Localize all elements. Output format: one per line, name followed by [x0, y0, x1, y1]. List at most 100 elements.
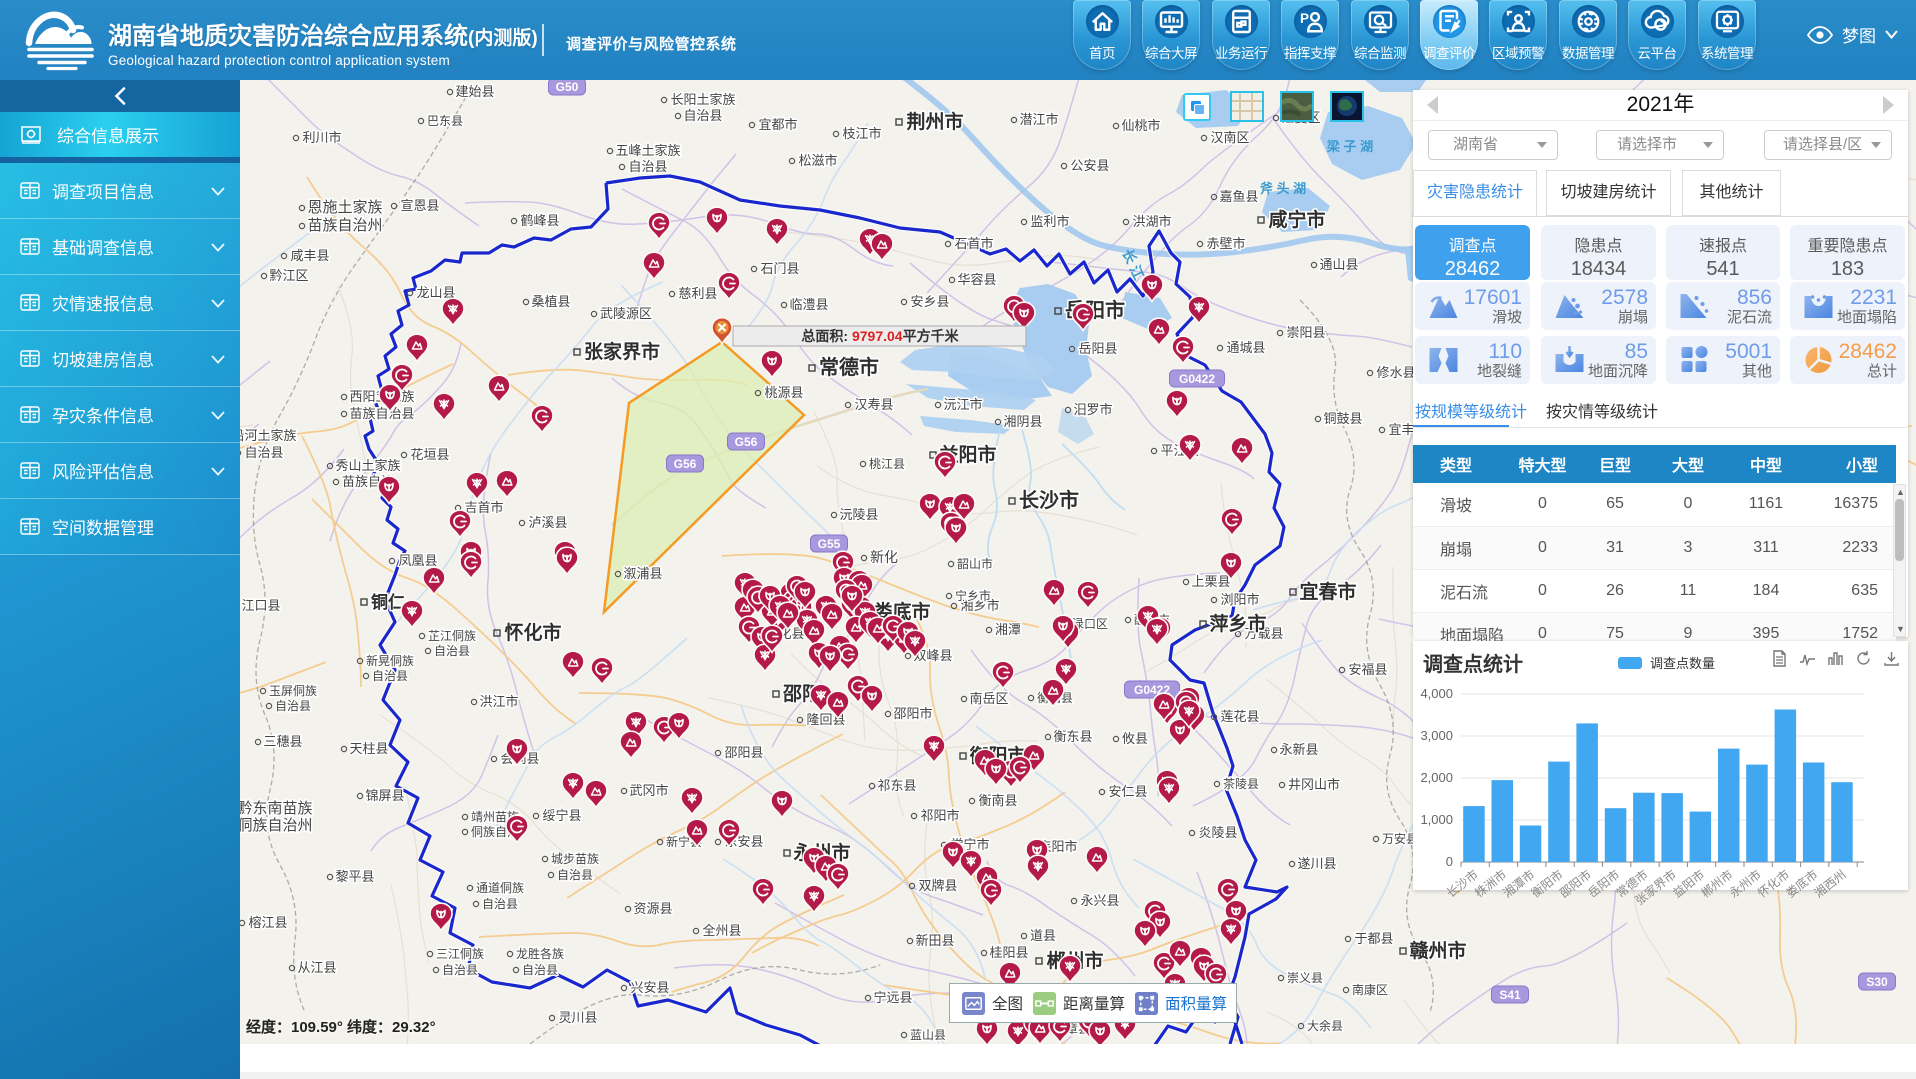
svg-text:建始县: 建始县 [455, 84, 494, 99]
svg-text:道县: 道县 [1030, 928, 1056, 943]
svg-text:S30: S30 [1866, 975, 1888, 989]
svg-text:安福县: 安福县 [1348, 662, 1387, 677]
svg-text:湘阴县: 湘阴县 [1003, 414, 1042, 429]
svg-text:黔江区: 黔江区 [269, 268, 308, 283]
svg-text:侗族自治州: 侗族自治州 [240, 817, 313, 834]
svg-text:G56: G56 [735, 435, 758, 449]
svg-text:绥宁县: 绥宁县 [542, 808, 581, 823]
svg-text:祁阳市: 祁阳市 [920, 808, 959, 823]
svg-text:天柱县: 天柱县 [349, 741, 388, 756]
svg-text:G50: G50 [556, 80, 579, 94]
svg-text:嘉鱼县: 嘉鱼县 [1219, 189, 1258, 204]
svg-text:黎平县: 黎平县 [335, 869, 374, 884]
svg-text:从江县: 从江县 [297, 960, 336, 975]
svg-text:龙山县: 龙山县 [416, 285, 455, 300]
svg-text:华容县: 华容县 [957, 272, 996, 287]
svg-text:经度：109.59° 纬度：29.32°: 经度：109.59° 纬度：29.32° [246, 1018, 436, 1036]
svg-text:全州县: 全州县 [702, 923, 741, 938]
svg-text:斧 头 湖: 斧 头 湖 [1260, 181, 1306, 196]
svg-text:资源县: 资源县 [633, 901, 672, 916]
svg-text:S41: S41 [1499, 988, 1521, 1002]
svg-text:安仁县: 安仁县 [1108, 784, 1147, 799]
svg-text:G55: G55 [818, 537, 841, 551]
svg-text:衡南县: 衡南县 [978, 793, 1017, 808]
svg-text:修水县: 修水县 [1376, 365, 1415, 380]
svg-text:自治县: 自治县 [434, 644, 470, 658]
svg-text:铜鼓县: 铜鼓县 [1323, 411, 1362, 426]
svg-text:洪湖市: 洪湖市 [1132, 214, 1171, 229]
svg-text:于都县: 于都县 [1354, 931, 1393, 946]
svg-text:安乡县: 安乡县 [910, 294, 949, 309]
svg-text:自治县: 自治县 [372, 669, 408, 683]
svg-text:P: P [1300, 11, 1309, 26]
svg-text:长沙市: 长沙市 [1443, 867, 1481, 901]
svg-text:岳阳市: 岳阳市 [1585, 867, 1623, 901]
svg-text:常德市: 常德市 [819, 355, 879, 379]
svg-text:城步苗族: 城步苗族 [551, 852, 599, 866]
svg-text:武冈市: 武冈市 [629, 783, 668, 798]
svg-text:2,000: 2,000 [1420, 770, 1453, 785]
svg-text:铜仁: 铜仁 [371, 592, 405, 612]
svg-text:新田县: 新田县 [915, 933, 954, 948]
svg-text:石门县: 石门县 [760, 261, 799, 276]
svg-text:炎陵县: 炎陵县 [1198, 825, 1237, 840]
svg-text:灵川县: 灵川县 [558, 1010, 597, 1025]
svg-text:总面积: 9797.04平方千米: 总面积: 9797.04平方千米 [801, 328, 959, 344]
svg-text:宁远县: 宁远县 [873, 990, 912, 1005]
svg-text:井冈山市: 井冈山市 [1288, 777, 1340, 792]
svg-text:洪江市: 洪江市 [479, 694, 518, 709]
svg-text:龙胜各族: 龙胜各族 [516, 946, 564, 961]
svg-text:0: 0 [1446, 854, 1453, 869]
svg-text:宜都市: 宜都市 [758, 117, 797, 132]
svg-text:荆州市: 荆州市 [906, 110, 963, 133]
svg-text:松滋市: 松滋市 [798, 153, 837, 168]
svg-text:邵阳市: 邵阳市 [1556, 867, 1594, 901]
svg-text:枝江市: 枝江市 [842, 126, 881, 141]
svg-text:监利市: 监利市 [1030, 214, 1069, 229]
svg-text:公安县: 公安县 [1070, 158, 1109, 173]
svg-text:株洲市: 株洲市 [1472, 867, 1510, 901]
svg-text:黔东南苗族: 黔东南苗族 [240, 800, 313, 817]
svg-text:桑植县: 桑植县 [531, 294, 570, 309]
svg-text:自治县: 自治县 [275, 699, 311, 713]
svg-text:桃江县: 桃江县 [869, 456, 905, 471]
svg-text:自治县: 自治县 [557, 868, 593, 882]
svg-text:祁东县: 祁东县 [877, 778, 916, 793]
svg-text:自治县: 自治县 [482, 897, 518, 911]
svg-text:桂阳县: 桂阳县 [989, 945, 1028, 960]
svg-text:双牌县: 双牌县 [918, 878, 957, 893]
svg-text:花垣县: 花垣县 [410, 447, 449, 462]
svg-text:鹤峰县: 鹤峰县 [520, 213, 559, 228]
svg-text:宣恩县: 宣恩县 [400, 198, 439, 213]
svg-text:通城县: 通城县 [1226, 340, 1265, 355]
svg-text:石首市: 石首市 [954, 236, 993, 251]
svg-text:大余县: 大余县 [1307, 1018, 1343, 1033]
svg-text:衡东县: 衡东县 [1053, 729, 1092, 744]
svg-text:五峰土家族: 五峰土家族 [615, 143, 680, 158]
svg-text:永州市: 永州市 [1726, 867, 1764, 901]
svg-text:三穗县: 三穗县 [263, 734, 302, 749]
svg-text:郴州市: 郴州市 [1698, 867, 1736, 901]
svg-text:4,000: 4,000 [1420, 686, 1453, 701]
svg-text:怀化市: 怀化市 [504, 621, 561, 644]
svg-text:咸宁市: 咸宁市 [1268, 208, 1325, 231]
svg-text:武陵源区: 武陵源区 [600, 306, 652, 321]
svg-text:榕江县: 榕江县 [248, 915, 287, 930]
svg-text:苗族自治州: 苗族自治州 [307, 217, 382, 234]
svg-text:凤凰县: 凤凰县 [398, 553, 437, 568]
svg-text:崇义县: 崇义县 [1287, 971, 1323, 985]
svg-text:苗族自治县: 苗族自治县 [349, 406, 414, 421]
svg-text:自治县: 自治县 [683, 108, 722, 123]
svg-text:南康区: 南康区 [1352, 982, 1388, 997]
svg-text:娄底市: 娄底市 [1783, 867, 1821, 901]
svg-text:衡阳市: 衡阳市 [1528, 867, 1566, 901]
svg-text:永新县: 永新县 [1279, 742, 1318, 757]
svg-text:遂川县: 遂川县 [1297, 856, 1336, 871]
svg-text:上栗县: 上栗县 [1191, 574, 1230, 589]
svg-text:汉南区: 汉南区 [1210, 130, 1249, 145]
svg-text:邵阳市: 邵阳市 [893, 706, 932, 721]
svg-text:慈利县: 慈利县 [678, 286, 717, 301]
svg-text:吉首市: 吉首市 [464, 500, 503, 515]
svg-text:潜江市: 潜江市 [1019, 112, 1058, 127]
svg-text:兴安县: 兴安县 [630, 980, 669, 995]
